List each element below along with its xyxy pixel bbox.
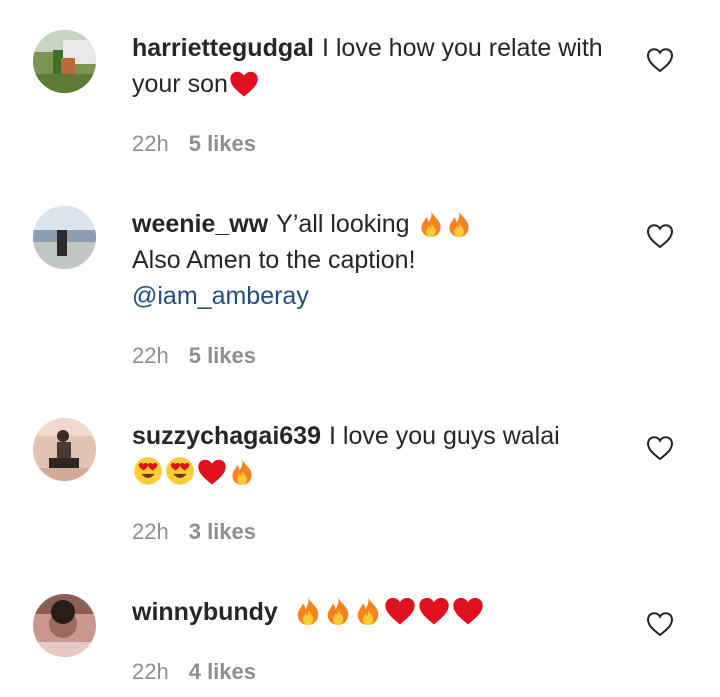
comment-likes[interactable]: 5 likes: [189, 343, 256, 368]
comment-body: winnybundy: [132, 594, 622, 630]
comment-likes[interactable]: 3 likes: [189, 519, 256, 544]
comment-time: 22h: [132, 519, 169, 544]
comment-username[interactable]: weenie_ww: [132, 210, 268, 238]
avatar[interactable]: [33, 206, 96, 269]
comment-text-line2: Also Amen to the caption!: [132, 246, 416, 274]
like-heart-icon[interactable]: [646, 47, 674, 73]
fire-emoji-icon: [354, 596, 382, 626]
comment-body: harriettegudgal I love how you relate wit…: [132, 30, 622, 102]
comment-time: 22h: [132, 131, 169, 156]
red-heart-emoji-icon: [197, 458, 227, 486]
red-heart-emoji-icon: [229, 70, 259, 98]
fire-emoji-icon: [229, 458, 255, 486]
comment-meta: 22h 5 likes: [132, 130, 256, 158]
comment-body: suzzychagai639 I love you guys walai: [132, 418, 622, 490]
comment-meta: 22h 3 likes: [132, 518, 256, 546]
avatar[interactable]: [33, 418, 96, 481]
heart-eyes-emoji-icon: [165, 456, 195, 486]
like-heart-icon[interactable]: [646, 223, 674, 249]
fire-emoji-icon: [324, 596, 352, 626]
avatar[interactable]: [33, 594, 96, 657]
like-heart-icon[interactable]: [646, 435, 674, 461]
comment-username[interactable]: harriettegudgal: [132, 34, 314, 62]
red-heart-emoji-icon: [452, 596, 484, 626]
fire-emoji-icon: [418, 210, 444, 238]
red-heart-emoji-icon: [418, 596, 450, 626]
comment-username[interactable]: suzzychagai639: [132, 422, 321, 450]
comment-text: I love you guys walai: [329, 422, 560, 450]
comment-meta: 22h 5 likes: [132, 342, 256, 370]
heart-eyes-emoji-icon: [133, 456, 163, 486]
comment-username[interactable]: winnybundy: [132, 598, 278, 626]
comment-meta: 22h 4 likes: [132, 658, 256, 686]
comment-text: Y’all looking: [276, 210, 410, 238]
fire-emoji-icon: [294, 596, 322, 626]
like-heart-icon[interactable]: [646, 611, 674, 637]
avatar[interactable]: [33, 30, 96, 93]
red-heart-emoji-icon: [384, 596, 416, 626]
mention-link[interactable]: @iam_amberay: [132, 282, 309, 310]
comment-likes[interactable]: 4 likes: [189, 659, 256, 684]
comment-time: 22h: [132, 659, 169, 684]
comment-body: weenie_ww Y’all looking Also Amen to the …: [132, 206, 622, 314]
comment-likes[interactable]: 5 likes: [189, 131, 256, 156]
fire-emoji-icon: [446, 210, 472, 238]
comment-time: 22h: [132, 343, 169, 368]
